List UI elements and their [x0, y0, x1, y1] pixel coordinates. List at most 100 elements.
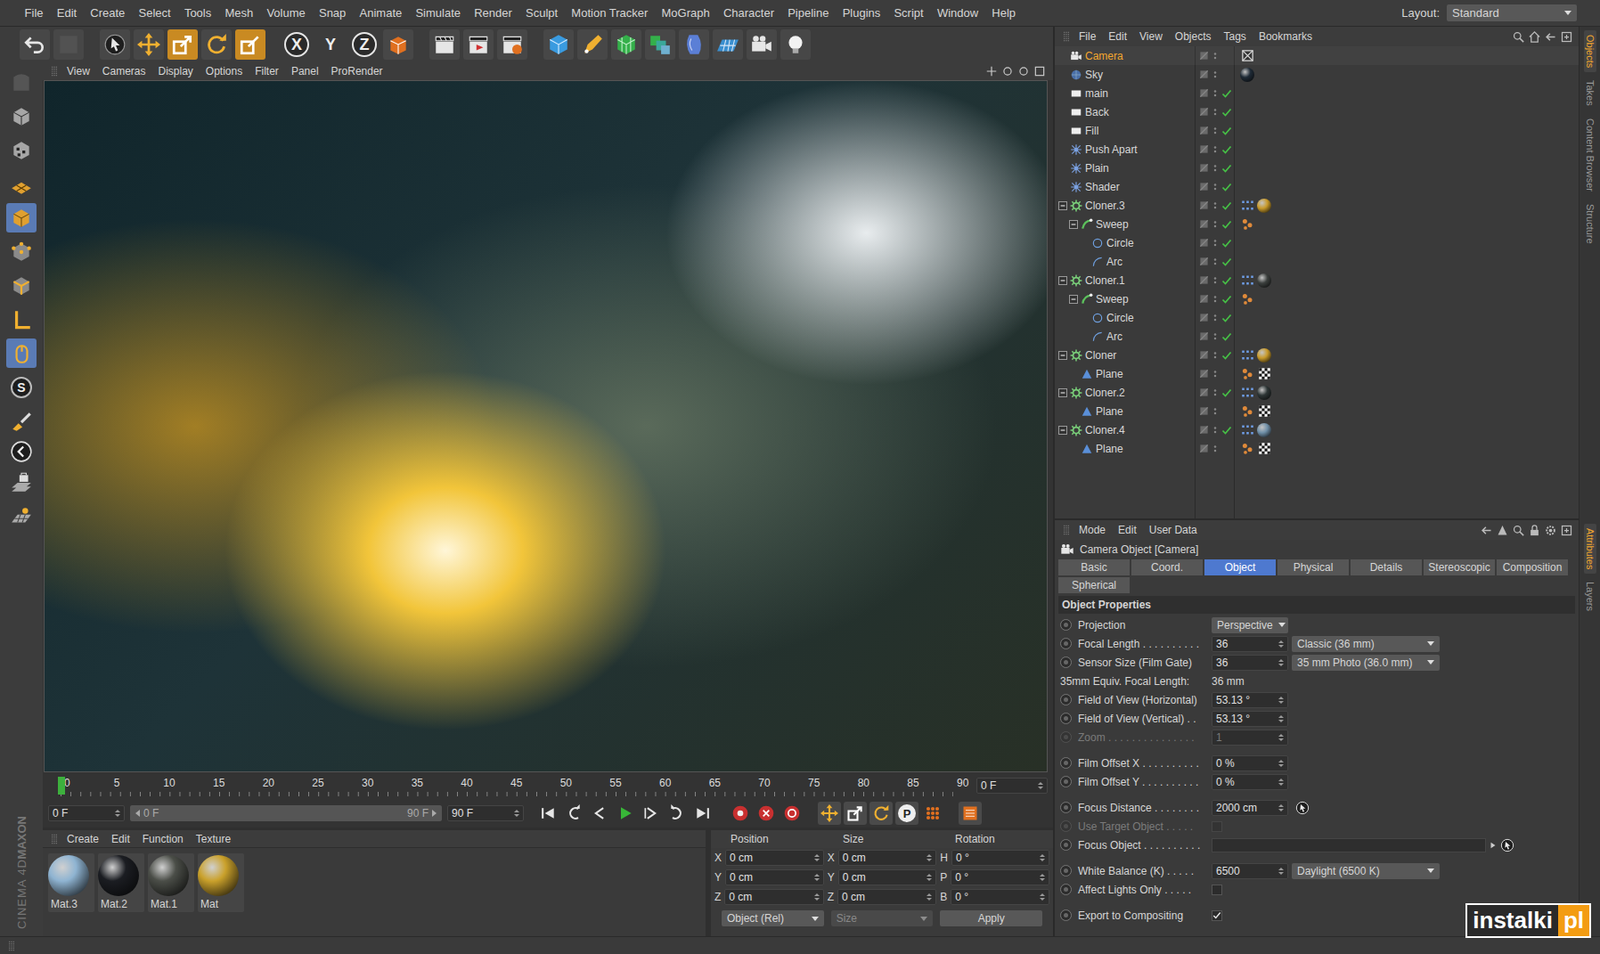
number-field[interactable]: 2000 cm	[1211, 800, 1289, 817]
material-menu-item[interactable]: Create	[60, 832, 106, 846]
object-row[interactable]: Plane	[1054, 401, 1579, 421]
object-name[interactable]: Cloner.2	[1085, 386, 1126, 400]
enabled-toggle[interactable]	[1221, 443, 1233, 455]
nextkey-button[interactable]	[665, 801, 689, 825]
object-row[interactable]: Circle	[1054, 308, 1579, 327]
prevkey-button[interactable]	[562, 801, 586, 825]
expand-toggle[interactable]	[1058, 388, 1068, 398]
floor-button[interactable]	[712, 29, 743, 60]
viewport-menu-item[interactable]: Panel	[285, 65, 326, 78]
animate-radio[interactable]	[1060, 693, 1072, 706]
side-tab[interactable]: Takes	[1583, 75, 1597, 111]
object-row[interactable]: Sky	[1054, 65, 1579, 84]
enabled-toggle[interactable]	[1221, 144, 1233, 156]
rotate-tool-button[interactable]	[201, 29, 232, 60]
scale-tool-button[interactable]	[167, 29, 198, 60]
object-name[interactable]: Arc	[1106, 330, 1123, 343]
keysel-button[interactable]	[780, 801, 804, 825]
animate-radio[interactable]	[1060, 712, 1072, 725]
search-icon[interactable]	[1511, 30, 1526, 44]
number-field[interactable]: 0 %	[1211, 755, 1289, 772]
material-tag[interactable]	[1257, 273, 1272, 288]
visibility-dots-icon[interactable]	[1210, 294, 1220, 304]
visibility-dots-icon[interactable]	[1210, 407, 1220, 417]
dots-button[interactable]	[921, 801, 945, 825]
animate-radio[interactable]	[1060, 883, 1072, 896]
side-tab[interactable]: Objects	[1583, 30, 1597, 73]
object-row[interactable]: Back	[1054, 102, 1579, 122]
number-field[interactable]: 0 %	[1211, 774, 1289, 791]
link-arrow-icon[interactable]	[1488, 840, 1498, 850]
play-button[interactable]	[613, 801, 637, 825]
playhead[interactable]	[57, 776, 66, 795]
object-row[interactable]: Arc	[1054, 252, 1579, 271]
menu-item[interactable]: MoGraph	[654, 6, 717, 20]
layer-icon[interactable]	[1199, 144, 1209, 155]
phong-tag[interactable]	[1240, 441, 1255, 457]
visibility-dots-icon[interactable]	[1210, 313, 1220, 323]
rotate-button[interactable]	[869, 801, 893, 825]
visibility-dots-icon[interactable]	[1210, 107, 1220, 117]
enabled-toggle[interactable]	[1221, 350, 1233, 361]
layer-icon[interactable]	[1199, 256, 1209, 267]
enabled-toggle[interactable]	[1221, 406, 1233, 417]
animate-radio[interactable]	[1060, 801, 1072, 814]
enabled-toggle[interactable]	[1221, 200, 1233, 212]
menu-item[interactable]: Tools	[177, 6, 219, 20]
mode-button[interactable]	[6, 501, 37, 531]
protection-tag[interactable]	[1240, 48, 1255, 64]
menu-item[interactable]: Pipeline	[781, 6, 836, 20]
prev-button[interactable]	[587, 801, 612, 825]
enabled-toggle[interactable]	[1221, 69, 1233, 81]
material-tag[interactable]	[1257, 348, 1272, 363]
animate-radio[interactable]	[1060, 656, 1072, 669]
enabled-toggle[interactable]	[1221, 331, 1233, 343]
menu-item[interactable]: Plugins	[835, 6, 888, 20]
timeline-ruler[interactable]: 051015202530354045505560657075808590	[49, 775, 977, 797]
nav-icon[interactable]	[1033, 65, 1046, 78]
object-name[interactable]: Sweep	[1095, 293, 1129, 306]
number-field[interactable]: 6500	[1211, 863, 1289, 880]
menu-item[interactable]: Create	[83, 6, 132, 20]
object-name[interactable]: Circle	[1106, 236, 1135, 250]
move-button[interactable]	[817, 801, 841, 825]
enabled-toggle[interactable]	[1221, 275, 1233, 286]
attribute-tab[interactable]: Object	[1204, 559, 1276, 576]
deform-button[interactable]	[678, 29, 710, 60]
material-swatch[interactable]: Mat.2	[97, 853, 145, 913]
texture-tag[interactable]	[1257, 441, 1272, 457]
visibility-dots-icon[interactable]	[1210, 369, 1220, 379]
object-row[interactable]: main	[1054, 83, 1579, 103]
grip-icon[interactable]	[48, 65, 61, 78]
object-name[interactable]: Cloner.4	[1085, 424, 1126, 437]
menu-item[interactable]: Character	[716, 6, 781, 20]
enabled-toggle[interactable]	[1221, 312, 1233, 324]
selection-tag[interactable]	[1240, 385, 1255, 400]
animate-radio[interactable]	[1060, 619, 1072, 631]
current-frame-field[interactable]: 0 F	[976, 777, 1048, 794]
attribute-tab[interactable]: Stereoscopic	[1423, 559, 1495, 576]
material-swatch[interactable]: Mat	[197, 853, 245, 913]
visibility-dots-icon[interactable]	[1210, 182, 1220, 192]
object-menu-item[interactable]: Tags	[1217, 30, 1253, 43]
menu-item[interactable]: Motion Tracker	[564, 6, 655, 20]
attribute-tab[interactable]: Details	[1350, 559, 1422, 576]
phong-tag[interactable]	[1240, 367, 1255, 382]
phong-tag[interactable]	[1240, 217, 1255, 232]
enabled-toggle[interactable]	[1221, 424, 1233, 436]
camera-button[interactable]	[746, 29, 777, 60]
attribute-menu-item[interactable]: Mode	[1072, 523, 1112, 537]
mode-button[interactable]	[6, 101, 37, 131]
number-field[interactable]: 0 °	[950, 889, 1050, 906]
array-button[interactable]	[644, 29, 676, 60]
material-menu-item[interactable]: Edit	[105, 832, 137, 846]
mode-button[interactable]	[6, 338, 37, 368]
object-name[interactable]: Back	[1085, 106, 1110, 119]
newwin-icon[interactable]	[1559, 523, 1574, 538]
side-tab[interactable]: Content Browser	[1583, 114, 1597, 196]
texture-tag[interactable]	[1257, 404, 1272, 419]
start-frame-field[interactable]: 0 F	[48, 805, 125, 822]
visibility-dots-icon[interactable]	[1210, 425, 1220, 435]
number-field[interactable]: 0 cm	[724, 889, 824, 906]
viewport-render[interactable]	[43, 80, 1048, 773]
